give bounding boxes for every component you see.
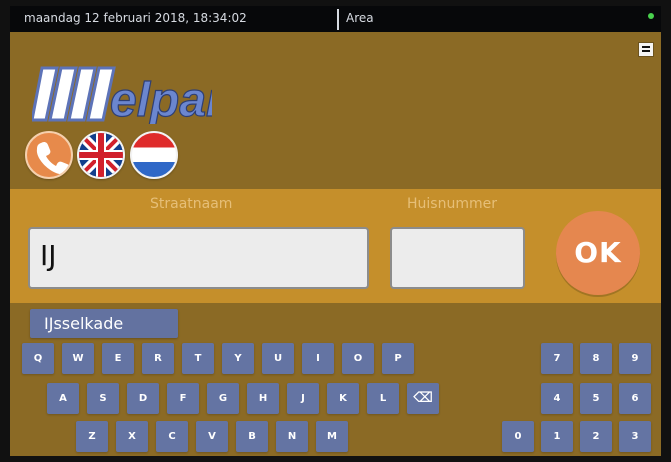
kiosk-screen: maandag 12 februari 2018, 18:34:02 Area … bbox=[10, 6, 661, 456]
key-m[interactable]: M bbox=[316, 421, 348, 452]
key-a[interactable]: A bbox=[47, 383, 79, 414]
uk-flag-icon bbox=[79, 133, 123, 177]
house-number-label: Huisnummer bbox=[407, 196, 497, 212]
key-o[interactable]: O bbox=[342, 343, 374, 374]
status-bar: maandag 12 februari 2018, 18:34:02 Area bbox=[10, 6, 661, 32]
melpar-logo: elpar bbox=[32, 66, 212, 124]
key-u[interactable]: U bbox=[262, 343, 294, 374]
numpad-key-9[interactable]: 9 bbox=[619, 343, 651, 374]
ok-button[interactable]: OK bbox=[556, 211, 640, 295]
numpad-key-8[interactable]: 8 bbox=[580, 343, 612, 374]
key-t[interactable]: T bbox=[182, 343, 214, 374]
numpad-key-6[interactable]: 6 bbox=[619, 383, 651, 414]
menu-icon[interactable] bbox=[638, 42, 654, 57]
status-datetime: maandag 12 februari 2018, 18:34:02 bbox=[24, 11, 247, 25]
numpad-key-5[interactable]: 5 bbox=[580, 383, 612, 414]
street-name-field[interactable]: IJ bbox=[28, 227, 369, 289]
language-nl-button[interactable] bbox=[130, 131, 178, 179]
key-v[interactable]: V bbox=[196, 421, 228, 452]
street-label: Straatnaam bbox=[150, 196, 233, 212]
key-b[interactable]: B bbox=[236, 421, 268, 452]
key-e[interactable]: E bbox=[102, 343, 134, 374]
numpad-key-3[interactable]: 3 bbox=[619, 421, 651, 452]
numpad-key-7[interactable]: 7 bbox=[541, 343, 573, 374]
status-indicator-icon bbox=[648, 13, 654, 19]
numpad-key-2[interactable]: 2 bbox=[580, 421, 612, 452]
key-q[interactable]: Q bbox=[22, 343, 54, 374]
logo-text: elpar bbox=[110, 74, 212, 124]
language-en-button[interactable] bbox=[77, 131, 125, 179]
key-n[interactable]: N bbox=[276, 421, 308, 452]
house-number-field[interactable] bbox=[390, 227, 525, 289]
numpad-key-1[interactable]: 1 bbox=[541, 421, 573, 452]
key-i[interactable]: I bbox=[302, 343, 334, 374]
key-y[interactable]: Y bbox=[222, 343, 254, 374]
key-z[interactable]: Z bbox=[76, 421, 108, 452]
key-k[interactable]: K bbox=[327, 383, 359, 414]
key-w[interactable]: W bbox=[62, 343, 94, 374]
phone-button[interactable] bbox=[25, 131, 73, 179]
key-d[interactable]: D bbox=[127, 383, 159, 414]
key-p[interactable]: P bbox=[382, 343, 414, 374]
street-suggestion[interactable]: IJsselkade bbox=[30, 309, 178, 338]
status-divider bbox=[337, 9, 339, 30]
key-l[interactable]: L bbox=[367, 383, 399, 414]
key-f[interactable]: F bbox=[167, 383, 199, 414]
key-s[interactable]: S bbox=[87, 383, 119, 414]
key-x[interactable]: X bbox=[116, 421, 148, 452]
key-h[interactable]: H bbox=[247, 383, 279, 414]
status-area: Area bbox=[346, 11, 374, 25]
backspace-icon: ⌫ bbox=[413, 390, 433, 406]
numpad-key-4[interactable]: 4 bbox=[541, 383, 573, 414]
phone-icon bbox=[36, 141, 71, 175]
key-j[interactable]: J bbox=[287, 383, 319, 414]
key-r[interactable]: R bbox=[142, 343, 174, 374]
backspace-key[interactable]: ⌫ bbox=[407, 383, 439, 414]
key-c[interactable]: C bbox=[156, 421, 188, 452]
numpad-key-0[interactable]: 0 bbox=[502, 421, 534, 452]
key-g[interactable]: G bbox=[207, 383, 239, 414]
